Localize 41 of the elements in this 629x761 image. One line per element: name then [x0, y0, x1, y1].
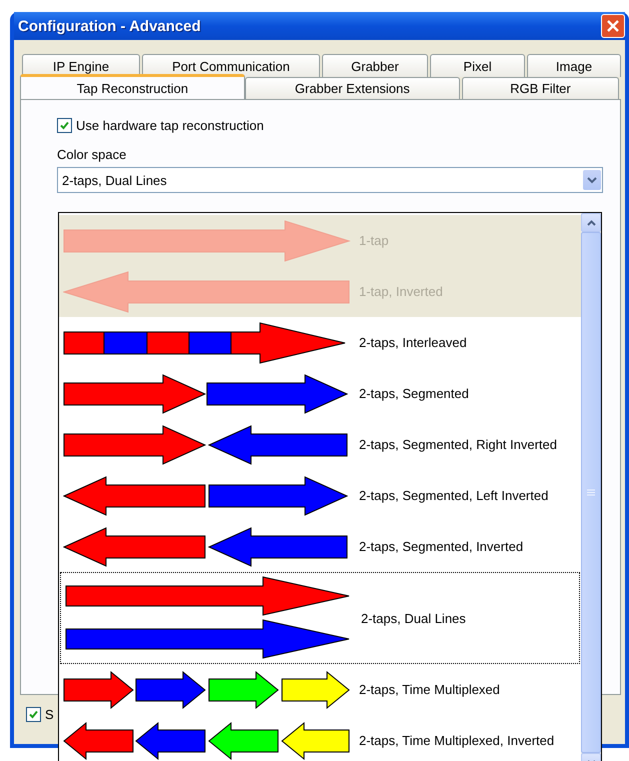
list-option[interactable]: 2-taps, Dual Lines [60, 572, 580, 664]
tab[interactable]: Grabber Extensions [244, 77, 460, 99]
dropdown-value: 2-taps, Dual Lines [62, 172, 167, 188]
color-space-dropdown[interactable]: 2-taps, Dual Lines [57, 167, 603, 193]
option-label: 2-taps, Time Multiplexed, Inverted [359, 733, 554, 748]
list-option[interactable]: 2-taps, Time Multiplexed, Inverted [59, 715, 581, 761]
checkbox[interactable] [26, 707, 41, 722]
checkmark-icon [59, 120, 70, 131]
option-label: 1-tap, Inverted [359, 284, 443, 299]
option-label: 1-tap [359, 233, 389, 248]
tab[interactable]: Grabber [322, 54, 428, 77]
checkbox[interactable] [57, 118, 72, 133]
tab[interactable]: RGB Filter [462, 77, 620, 99]
list-option[interactable]: 2-taps, Segmented, Inverted [59, 521, 581, 572]
option-label: 2-taps, Interleaved [359, 335, 467, 350]
close-icon [607, 20, 619, 32]
window-title: Configuration - Advanced [18, 18, 202, 34]
list-option[interactable]: 2-taps, Segmented [59, 368, 581, 419]
caret-icon [587, 176, 597, 184]
checkbox-label: Use hardware tap reconstruction [76, 118, 264, 133]
tab[interactable]: Port Communication [142, 54, 320, 77]
tab[interactable]: Pixel [430, 54, 525, 77]
tab[interactable]: Tap Reconstruction [20, 74, 245, 99]
option-label: 2-taps, Dual Lines [361, 610, 466, 626]
caret-icon [586, 220, 596, 226]
list-option[interactable]: 2-taps, Segmented, Left Inverted [59, 470, 581, 521]
grip-icon [587, 489, 595, 496]
option-label: 2-taps, Segmented, Right Inverted [359, 437, 558, 452]
list-option[interactable]: 2-taps, Segmented, Right Inverted [59, 419, 581, 470]
list-option[interactable]: 2-taps, Time Multiplexed [59, 664, 581, 715]
close-button[interactable] [601, 14, 625, 38]
checkmark-icon [28, 709, 39, 720]
list-option[interactable]: 2-taps, Interleaved [59, 317, 581, 368]
field-label: Color space [57, 147, 128, 162]
option-label: 2-taps, Segmented [359, 386, 469, 401]
checkbox-label: S [45, 707, 54, 722]
tab[interactable]: Image [527, 54, 621, 77]
option-label: 2-taps, Segmented, Left Inverted [359, 488, 548, 503]
option-label: 2-taps, Segmented, Inverted [359, 539, 524, 554]
option-label: 2-taps, Time Multiplexed [359, 682, 500, 697]
scroll-up-button[interactable] [581, 213, 601, 232]
